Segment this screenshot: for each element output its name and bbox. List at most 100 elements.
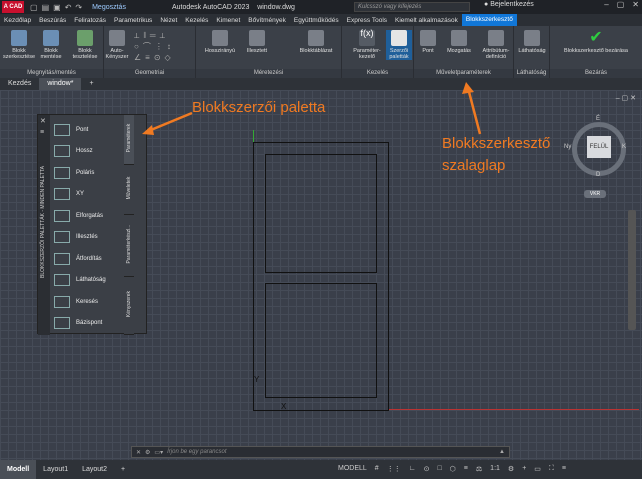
search-input[interactable]: Kulcsszó vagy kifejezés [354,2,470,12]
isometric-icon[interactable]: ⬡ [450,465,456,473]
monitor-icon[interactable]: ▭ [534,465,541,473]
palette-item-visibility[interactable]: Láthatóság [50,270,124,292]
snap-icon[interactable]: ⋮⋮ [387,465,401,473]
palette-item-flip[interactable]: Átfordítás [50,248,124,270]
palette-tab-actions[interactable]: Műveletek [124,165,134,215]
save-block-icon [43,30,59,46]
redo-icon[interactable]: ↷ [75,3,82,12]
block-table-button[interactable]: Blokktáblázat [294,30,338,54]
palette-tab-label: Paraméterek [126,123,132,153]
compass-north[interactable]: É [596,116,600,122]
palette-item-lookup[interactable]: Keresés [50,291,124,313]
workspace-icon[interactable]: ⚙ [508,465,514,473]
edit-block-button[interactable]: Blokk szerkesztése [3,30,35,60]
wcs-menu[interactable]: VKR [584,190,606,198]
customize-icon[interactable]: ≡ [562,465,566,473]
fullscreen-icon[interactable]: ⛶ [549,465,554,473]
visibility-button[interactable]: Láthatóság [516,30,548,54]
palette-item-polar[interactable]: Poláris [50,162,124,184]
palette-tab-parametersets[interactable]: Paraméterkészl... [124,215,134,277]
osnap-icon[interactable]: □ [437,465,441,473]
close-viewport-icon[interactable]: ✕ [630,95,636,102]
annotation-scale-icon[interactable]: ⚖ [476,465,482,473]
lineweight-icon[interactable]: ≡ [464,465,468,473]
parameter-manager-label: Paraméter-kezelő [353,48,381,60]
tab-parametrikus[interactable]: Parametrikus [110,17,156,24]
viewcube[interactable]: FELÜL É D K Ny [564,116,628,178]
cmd-settings-icon[interactable]: ⚙ [145,449,150,456]
save-block-button[interactable]: Blokk mentése [36,30,66,60]
palette-item-point[interactable]: Pont [50,119,124,141]
authoring-palettes-button[interactable]: Szerzői paletták [386,30,412,60]
compass-west[interactable]: Ny [564,144,571,150]
move-button[interactable]: Mozgatás [442,30,476,54]
annotation-scale[interactable]: 1:1 [490,465,500,473]
cmd-expand-icon[interactable]: ▲ [499,449,505,455]
tab-nezet[interactable]: Nézet [156,17,181,24]
save-icon[interactable]: ▣ [53,3,61,12]
close-icon[interactable]: ✕ [632,0,639,9]
grid-icon[interactable]: # [375,465,379,473]
compass-east[interactable]: K [622,144,626,150]
app-logo[interactable]: A CAD [2,1,24,13]
test-block-button[interactable]: Blokk tesztelése [68,30,102,60]
command-line[interactable]: ✕ ⚙ ▭▾ Írjon be egy parancsot ▲ [131,446,510,458]
parameter-manager-button[interactable]: f(x) Paraméter-kezelő [352,29,382,61]
palette-item-rotation[interactable]: Elforgatás [50,205,124,227]
palette-item-xy[interactable]: XY [50,184,124,206]
ortho-icon[interactable]: ∟ [409,465,416,473]
tab-express-tools[interactable]: Express Tools [343,17,391,24]
login-button[interactable]: ● Bejelentkezés [484,1,534,8]
palette-item-alignment[interactable]: Illesztés [50,227,124,249]
palette-item-linear[interactable]: Hossz [50,141,124,163]
tab-model[interactable]: Modell [0,460,37,479]
edit-block-label: Blokk szerkesztése [3,48,36,60]
window-drawing[interactable] [253,142,389,411]
aligned-button[interactable]: Illesztett [242,30,272,54]
navigation-bar[interactable] [628,210,636,330]
share-button[interactable]: Megosztás [92,4,126,11]
block-authoring-palette: ✕ ≡ BLOKKSZERZŐI PALETTÁK - MINDEN PALET… [37,114,147,335]
constraint-icons[interactable]: ⟂∥═⊥ ○⌒⋮↕ ∠≡⊙◇ [134,30,192,64]
tab-layout1[interactable]: Layout1 [36,460,75,479]
plus-icon[interactable]: + [522,465,526,473]
palette-tab-parameters[interactable]: Paraméterek [124,115,134,165]
autoconstrain-button[interactable]: Auto-Kényszer [104,30,130,60]
tab-feliratozas[interactable]: Feliratozás [70,17,110,24]
new-file-icon[interactable]: ▢ [30,3,38,12]
new-tab-icon[interactable]: + [81,78,101,90]
command-input[interactable]: Írjon be egy parancsot [167,449,226,455]
tab-blokkszerkeszto[interactable]: Blokkszerkesztő [461,14,517,26]
add-layout-icon[interactable]: + [114,460,132,479]
tab-bovitmenyek[interactable]: Bővítmények [244,17,290,24]
palette-tab-constraints[interactable]: Kényszerek [124,277,134,335]
cmd-close-icon[interactable]: ✕ [136,449,141,456]
minimize-viewport-icon[interactable]: – [616,95,620,102]
model-space-toggle[interactable]: MODELL [338,465,367,473]
undo-icon[interactable]: ↶ [65,3,72,12]
linear-button[interactable]: Hosszirányú [200,30,240,54]
polar-icon[interactable]: ⊙ [424,465,430,473]
attribute-definition-button[interactable]: Attribútum-definíció [478,30,514,60]
tab-window-dwg[interactable]: window* [39,78,82,90]
tab-kiemelt[interactable]: Kiemelt alkalmazások [391,17,462,24]
palette-item-basepoint[interactable]: Bázispont [50,313,124,335]
compass-south[interactable]: D [596,172,600,178]
minimize-icon[interactable]: – [604,0,608,9]
tab-start[interactable]: Kezdés [0,78,39,90]
tab-kezdolap[interactable]: Kezdőlap [0,17,35,24]
tab-layout2[interactable]: Layout2 [75,460,114,479]
tab-egyuttmukodes[interactable]: Együttműködés [290,17,343,24]
restore-viewport-icon[interactable]: ▢ [622,95,629,102]
tab-kezeles[interactable]: Kezelés [181,17,212,24]
close-block-editor-button[interactable]: ✔ Blokkszerkesztő bezárása [560,30,632,55]
window-pane-top[interactable] [265,154,377,273]
palette-title-bar[interactable]: ✕ ≡ BLOKKSZERZŐI PALETTÁK - MINDEN PALET… [38,115,50,335]
tab-beszuras[interactable]: Beszúrás [35,17,70,24]
point-button[interactable]: Pont [418,30,438,54]
tab-kimenet[interactable]: Kimenet [212,17,244,24]
maximize-icon[interactable]: ▢ [617,0,625,9]
window-pane-bottom[interactable] [265,283,377,398]
viewcube-face-top[interactable]: FELÜL [587,136,611,158]
open-file-icon[interactable]: ▤ [42,3,50,12]
